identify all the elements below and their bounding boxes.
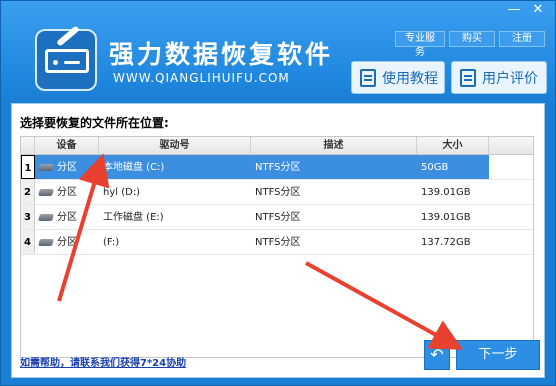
table-row[interactable]: 1 分区 本地磁盘 (C:) NTFS分区 50GB: [21, 155, 533, 180]
table-row[interactable]: 4 分区 (F:) NTFS分区 137.72GB: [21, 230, 533, 255]
row-spacer: [489, 180, 533, 204]
header-spacer: [489, 137, 533, 154]
header-index: [21, 137, 35, 154]
document-icon: [360, 68, 376, 87]
row-index: 4: [21, 230, 35, 254]
device-cell: 分区: [35, 230, 99, 254]
next-step-button[interactable]: 下一步: [456, 340, 540, 370]
device-cell: 分区: [35, 180, 99, 204]
row-index: 3: [21, 205, 35, 229]
close-button[interactable]: ✕: [529, 3, 547, 17]
row-spacer: [489, 230, 533, 254]
size-cell: 139.01GB: [421, 187, 471, 198]
app-title: 强力数据恢复软件: [109, 40, 334, 69]
row-spacer: [489, 155, 533, 179]
header-device[interactable]: 设备: [35, 137, 99, 154]
row-spacer: [489, 205, 533, 229]
review-label: 用户评价: [482, 70, 538, 87]
table-row[interactable]: 3 分区 工作磁盘 (E:) NTFS分区 139.01GB: [21, 205, 533, 230]
description-cell: NTFS分区: [255, 212, 301, 223]
disk-icon: [38, 188, 54, 196]
professional-service-link[interactable]: 专业服务: [395, 31, 445, 58]
table-header: 设备 驱动号 描述 大小: [21, 137, 533, 155]
disk-icon: [38, 213, 54, 221]
row-index: 1: [21, 155, 35, 179]
location-panel: 选择要恢复的文件所在位置: 设备 驱动号 描述 大小 1 分区 本地磁盘 (C:…: [11, 103, 545, 378]
disk-icon: [38, 238, 54, 246]
drive-cell: 工作磁盘 (E:): [103, 212, 164, 223]
header-drive[interactable]: 驱动号: [99, 137, 251, 154]
header-size[interactable]: 大小: [417, 137, 489, 154]
device-label: 分区: [57, 161, 77, 173]
tutorial-label: 使用教程: [382, 70, 438, 87]
minimize-button[interactable]: —: [505, 3, 523, 17]
description-cell: NTFS分区: [255, 162, 301, 173]
window-controls: — ✕: [505, 3, 547, 17]
app-url: WWW.QIANGLIHUIFU.COM: [113, 71, 290, 85]
drive-cell: 本地磁盘 (C:): [103, 162, 165, 173]
app-logo-icon: [35, 25, 97, 91]
disk-icon: [38, 163, 54, 171]
partition-table: 设备 驱动号 描述 大小 1 分区 本地磁盘 (C:) NTFS分区 50GB …: [20, 136, 534, 358]
user-review-button[interactable]: 用户评价: [451, 61, 547, 94]
size-cell: 50GB: [421, 162, 449, 173]
row-index: 2: [21, 180, 35, 204]
header-description[interactable]: 描述: [251, 137, 417, 154]
table-row[interactable]: 2 分区 hyl (D:) NTFS分区 139.01GB: [21, 180, 533, 205]
comment-icon: [460, 68, 476, 87]
description-cell: NTFS分区: [255, 237, 301, 248]
size-cell: 139.01GB: [421, 212, 471, 223]
back-button[interactable]: ↶: [424, 340, 450, 370]
buy-link[interactable]: 购买: [449, 31, 495, 47]
description-cell: NTFS分区: [255, 187, 301, 198]
wrench-icon: [56, 25, 80, 47]
panel-label: 选择要恢复的文件所在位置:: [20, 116, 169, 130]
drive-cell: (F:): [103, 237, 120, 248]
register-link[interactable]: 注册: [499, 31, 545, 47]
device-cell: 分区: [35, 155, 99, 179]
device-label: 分区: [57, 186, 77, 198]
help-link[interactable]: 如需帮助，请联系我们获得7*24协助: [20, 354, 186, 369]
device-cell: 分区: [35, 205, 99, 229]
size-cell: 137.72GB: [421, 237, 471, 248]
tutorial-button[interactable]: 使用教程: [351, 61, 445, 94]
top-links: 专业服务 购买 注册: [395, 31, 545, 58]
app-window: — ✕ 强力数据恢复软件 WWW.QIANGLIHUIFU.COM 专业服务 购…: [0, 0, 556, 386]
device-label: 分区: [57, 236, 77, 248]
device-label: 分区: [57, 211, 77, 223]
hard-drive-icon: [45, 49, 89, 73]
drive-cell: hyl (D:): [103, 187, 141, 198]
